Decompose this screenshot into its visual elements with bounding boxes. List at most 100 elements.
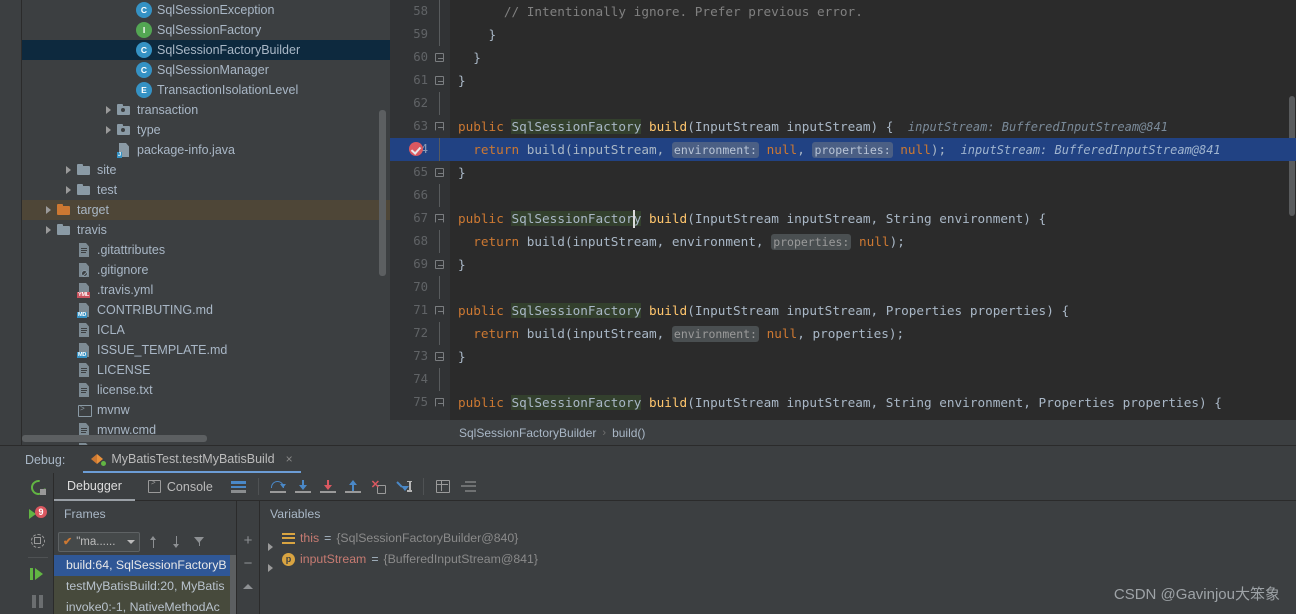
fold-end-icon[interactable] [435, 168, 444, 177]
code-line-59[interactable]: 59} [390, 23, 1296, 46]
tree-item-transaction[interactable]: transaction [22, 100, 390, 120]
tree-item-transactionisolationlevel[interactable]: E TransactionIsolationLevel [22, 80, 390, 100]
tree-item-license[interactable]: LICENSE [22, 360, 390, 380]
restore-layout-button[interactable] [22, 527, 54, 554]
fold-open-icon[interactable] [435, 122, 444, 131]
code-editor[interactable]: 58 // Intentionally ignore. Prefer previo… [390, 0, 1296, 420]
remove-watch-button[interactable]: − [238, 552, 258, 574]
code-line-65[interactable]: 65} [390, 161, 1296, 184]
code-line-58[interactable]: 58 // Intentionally ignore. Prefer previo… [390, 0, 1296, 23]
step-over-button[interactable] [266, 475, 291, 499]
tab-debugger[interactable]: Debugger [54, 473, 135, 501]
code-line-73[interactable]: 73} [390, 345, 1296, 368]
fold-open-icon[interactable] [435, 398, 444, 407]
thread-selector[interactable]: ✔ "ma...... [58, 531, 140, 552]
code-line-67[interactable]: 67 public SqlSessionFactory build(InputSt… [390, 207, 1296, 230]
expand-arrow-icon[interactable] [102, 120, 116, 140]
tree-item-package-info-java[interactable]: Jpackage-info.java [22, 140, 390, 160]
tree-item-target[interactable]: target [22, 200, 390, 220]
variable-row[interactable]: this = {SqlSessionFactoryBuilder@840} [260, 528, 1296, 551]
expand-arrow-icon[interactable] [62, 160, 76, 180]
breadcrumb-method[interactable]: build() [612, 426, 645, 440]
close-icon[interactable]: × [286, 452, 293, 466]
tree-item-travis[interactable]: travis [22, 220, 390, 240]
tree-item-mvnw[interactable]: mvnw [22, 400, 390, 420]
tree-item-sqlsessionfactorybuilder[interactable]: C SqlSessionFactoryBuilder [22, 40, 390, 60]
frames-scrollbar[interactable] [230, 555, 236, 614]
expand-arrow-icon[interactable] [62, 180, 76, 200]
frames-filter-button[interactable] [190, 532, 209, 552]
variable-row[interactable]: p inputStream = {BufferedInputStream@841} [260, 549, 1296, 572]
fold-end-icon[interactable] [435, 53, 444, 62]
fold-open-icon[interactable] [435, 306, 444, 315]
code-line-68[interactable]: 68 return build(inputStream, environment,… [390, 230, 1296, 253]
evaluate-expression-button[interactable] [431, 475, 456, 499]
expand-arrow-icon[interactable] [42, 220, 56, 240]
resume-program-button[interactable] [22, 561, 54, 588]
tree-item-issue-template-md[interactable]: MD ISSUE_TEMPLATE.md [22, 340, 390, 360]
code-line-60[interactable]: 60} [390, 46, 1296, 69]
code-line-71[interactable]: 71 public SqlSessionFactory build(InputSt… [390, 299, 1296, 322]
debugger-tab-strip[interactable]: Debugger Console [54, 473, 1296, 501]
run-configuration-tab[interactable]: MyBatisTest.testMyBatisBuild × [83, 446, 301, 473]
tree-item--travis-yml[interactable]: YML .travis.yml [22, 280, 390, 300]
breadcrumb[interactable]: SqlSessionFactoryBuilder › build() [390, 420, 1296, 445]
code-line-64[interactable]: 64return build(inputStream, environment:… [390, 138, 1296, 161]
move-up-button[interactable] [238, 575, 258, 597]
code-line-66[interactable]: 66 [390, 184, 1296, 207]
code-line-63[interactable]: 63 public SqlSessionFactory build(InputSt… [390, 115, 1296, 138]
tree-item-sqlsessionexception[interactable]: C SqlSessionException [22, 0, 390, 20]
view-breakpoints-button[interactable]: 9 [22, 500, 54, 527]
code-line-61[interactable]: 61} [390, 69, 1296, 92]
project-tree-panel[interactable]: C SqlSessionException I SqlSessionFactory C S… [22, 0, 390, 445]
code-line-69[interactable]: 69} [390, 253, 1296, 276]
frames-down-button[interactable] [167, 532, 186, 552]
add-watch-button[interactable]: + [238, 529, 258, 551]
drop-frame-button[interactable]: ✕ [366, 475, 391, 499]
tree-item-contributing-md[interactable]: MD CONTRIBUTING.md [22, 300, 390, 320]
expand-arrow-icon[interactable] [42, 200, 56, 220]
fold-end-icon[interactable] [435, 260, 444, 269]
project-tree-horizontal-scrollbar[interactable] [22, 435, 207, 442]
tree-item-test[interactable]: test [22, 180, 390, 200]
tree-item-icla[interactable]: ICLA [22, 320, 390, 340]
step-out-button[interactable] [341, 475, 366, 499]
frames-toolbar[interactable]: ✔ "ma...... [54, 528, 236, 555]
fold-end-icon[interactable] [435, 352, 444, 361]
frame-row[interactable]: build:64, SqlSessionFactoryB [54, 555, 236, 576]
fold-open-icon[interactable] [435, 214, 444, 223]
code-line-74[interactable]: 74 [390, 368, 1296, 391]
rerun-button[interactable] [22, 473, 54, 500]
breakpoint-icon[interactable] [409, 142, 423, 156]
code-line-62[interactable]: 62 [390, 92, 1296, 115]
code-line-70[interactable]: 70 [390, 276, 1296, 299]
line-number: 60 [413, 50, 428, 64]
tree-item-type[interactable]: type [22, 120, 390, 140]
mute-breakpoints-button[interactable] [226, 475, 251, 499]
tab-console[interactable]: Console [135, 473, 226, 501]
code-line-72[interactable]: 72 return build(inputStream, environment:… [390, 322, 1296, 345]
frames-up-button[interactable] [144, 532, 163, 552]
layout-settings-button[interactable] [456, 475, 481, 499]
expand-arrow-icon[interactable] [102, 100, 116, 120]
tree-item--gitignore[interactable]: .gitignore [22, 260, 390, 280]
tree-item-sqlsessionmanager[interactable]: C SqlSessionManager [22, 60, 390, 80]
code-line-75[interactable]: 75 public SqlSessionFactory build(InputSt… [390, 391, 1296, 414]
tree-item-label: test [97, 183, 118, 197]
breadcrumb-class[interactable]: SqlSessionFactoryBuilder [459, 426, 596, 440]
fold-end-icon[interactable] [435, 76, 444, 85]
pause-program-button[interactable] [22, 588, 54, 614]
frame-row[interactable]: testMyBatisBuild:20, MyBatis [54, 576, 236, 597]
tree-item-sqlsessionfactory[interactable]: I SqlSessionFactory [22, 20, 390, 40]
variables-side-toolbar[interactable]: + − [237, 501, 259, 614]
run-to-cursor-button[interactable] [391, 475, 416, 499]
debug-actions-toolbar[interactable]: 9 [22, 473, 54, 614]
frames-list[interactable]: build:64, SqlSessionFactoryB testMyBatisB… [54, 555, 236, 614]
project-tree-vertical-scrollbar[interactable] [379, 110, 386, 276]
step-into-button[interactable] [291, 475, 316, 499]
tree-item-site[interactable]: site [22, 160, 390, 180]
force-step-into-button[interactable] [316, 475, 341, 499]
frame-row[interactable]: invoke0:-1, NativeMethodAc [54, 597, 236, 614]
tree-item-license-txt[interactable]: license.txt [22, 380, 390, 400]
tree-item--gitattributes[interactable]: .gitattributes [22, 240, 390, 260]
